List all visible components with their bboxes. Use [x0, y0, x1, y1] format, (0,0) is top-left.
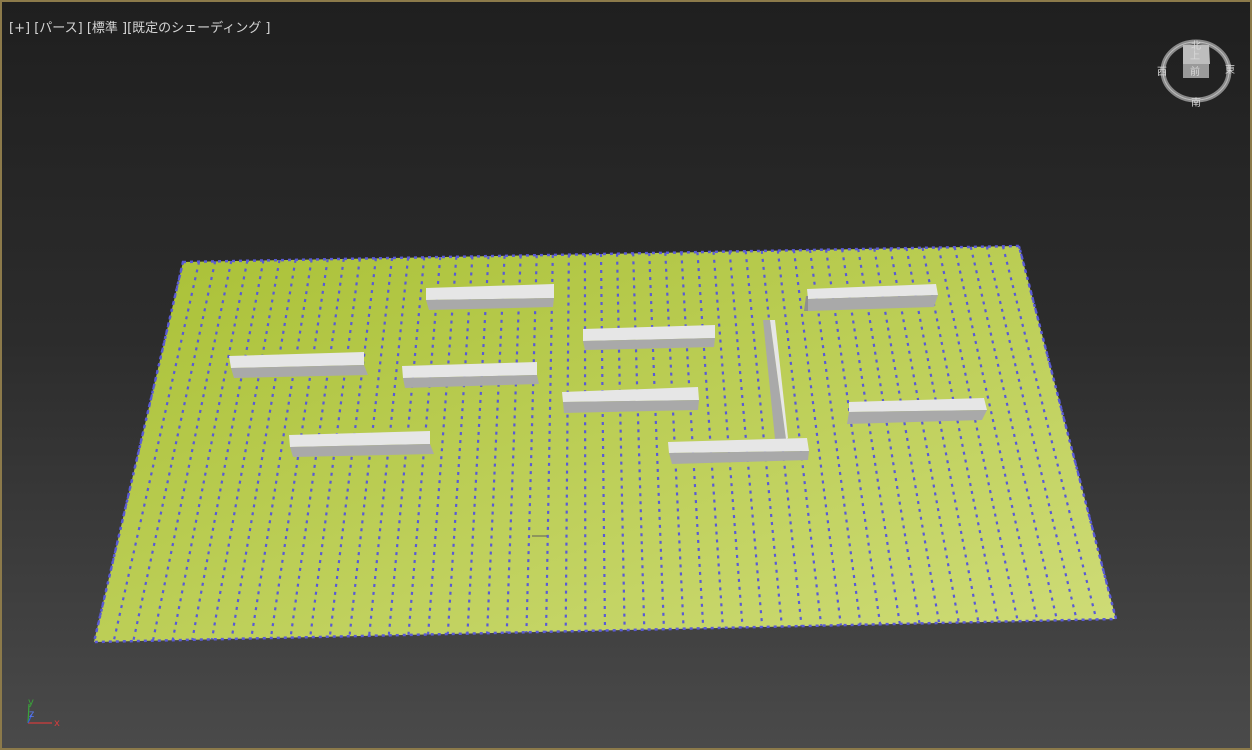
viewcube[interactable]: 上 前 北 南 東 西 — [1157, 39, 1235, 109]
wall-box[interactable] — [426, 284, 554, 310]
axis-tripod: x y z — [27, 697, 60, 729]
compass-east-label[interactable]: 東 — [1225, 63, 1235, 76]
axis-x-label: x — [54, 718, 60, 729]
compass-south-label[interactable]: 南 — [1191, 96, 1201, 109]
wall-box[interactable] — [289, 431, 434, 457]
perspective-viewport[interactable]: [+] [パース] [標準 ][既定のシェーディング ] 上 前 北 南 東 西… — [0, 0, 1252, 750]
axis-z-label: z — [29, 709, 34, 720]
viewcube-front-label: 前 — [1190, 65, 1200, 78]
wall-box[interactable] — [847, 398, 987, 424]
wall-box[interactable] — [402, 362, 539, 388]
wall-box[interactable] — [668, 438, 809, 464]
wall-box[interactable] — [583, 325, 715, 350]
compass-north-label[interactable]: 北 — [1191, 40, 1201, 52]
compass-west-label[interactable]: 西 — [1157, 67, 1167, 78]
scene-canvas[interactable]: 上 前 北 南 東 西 x y z — [2, 2, 1250, 748]
wall-box[interactable] — [229, 352, 368, 378]
axis-y-label: y — [28, 697, 34, 708]
